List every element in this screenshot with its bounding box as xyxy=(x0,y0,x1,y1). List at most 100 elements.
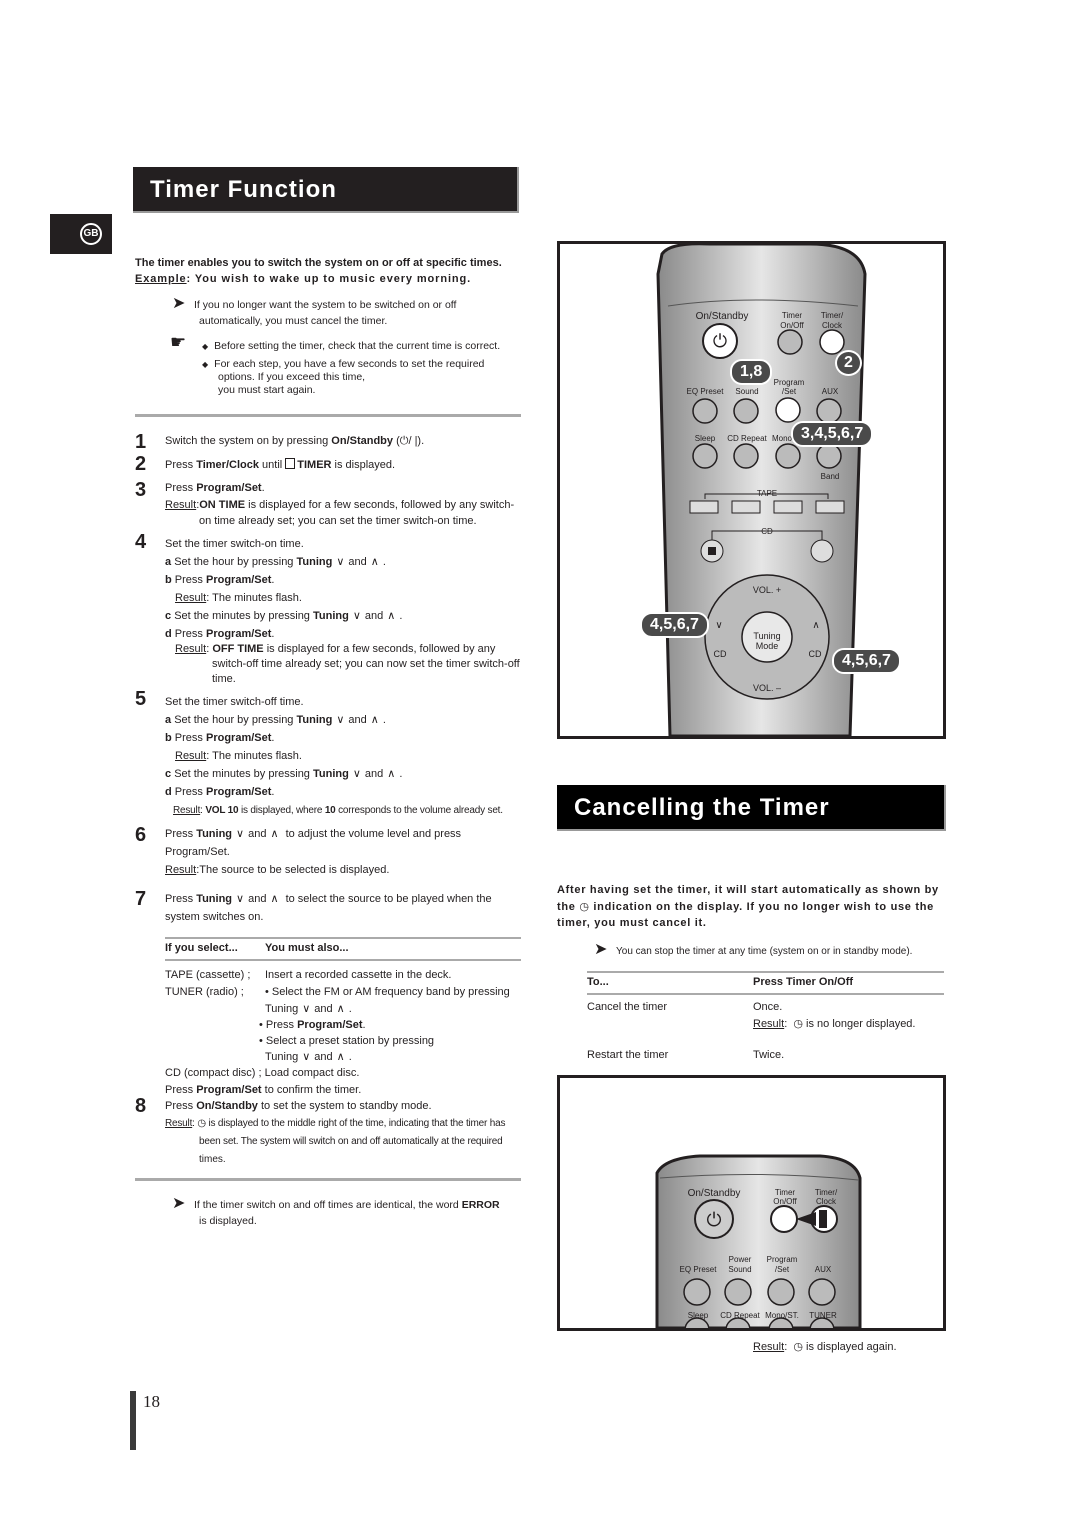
step-8-text: Press On/Standby to set the system to st… xyxy=(165,1100,432,1112)
tip-text: Before setting the timer, check that the… xyxy=(214,340,501,352)
svg-text:On/Off: On/Off xyxy=(780,321,804,330)
table-row: TUNER (radio) ; • Select the FM or AM fr… xyxy=(165,983,521,1000)
press-cell: Once. xyxy=(753,1001,783,1013)
example-label: Example xyxy=(135,273,187,285)
svg-text:∨: ∨ xyxy=(715,620,722,631)
tip-text: For each step, you have a few seconds to… xyxy=(214,358,485,370)
step-number: 7 xyxy=(135,888,147,910)
step-5c: c Set the minutes by pressing Tuning ∨ and… xyxy=(165,765,402,783)
action-cell: • Select the FM or AM frequency band by … xyxy=(265,986,510,998)
svg-text:Sound: Sound xyxy=(735,387,758,396)
section-title-timer-function: Timer Function xyxy=(133,167,519,213)
chevron-up-icon: ∧ xyxy=(270,828,279,840)
chevron-up-icon: ∧ xyxy=(370,556,379,568)
svg-text:TUNER: TUNER xyxy=(809,1311,837,1320)
clock-icon: ◷ xyxy=(197,1118,206,1129)
chevron-down-icon: ∨ xyxy=(352,768,361,780)
table-header: If you select... You must also... xyxy=(165,939,521,959)
language-badge: GB xyxy=(50,214,112,254)
svg-text:Program: Program xyxy=(767,1255,798,1264)
remote-illustration-1: ⏻ Tuning Mode VOL. + VOL. – ∨ ∧ CD CD On… xyxy=(557,241,946,739)
chevron-up-icon: ∧ xyxy=(387,768,396,780)
tips: ☛ ◆ Before setting the timer, check that … xyxy=(170,333,530,397)
chevron-up-icon: ∧ xyxy=(387,610,396,622)
step-6-text: Press Tuning ∨ and ∧ to adjust the volume l… xyxy=(165,825,461,843)
svg-text:Band: Band xyxy=(821,472,840,481)
step-number: 8 xyxy=(135,1095,147,1117)
arrow-note-icon: ➤ xyxy=(172,1195,186,1212)
note-error: ➤ If the timer switch on and off times ar… xyxy=(172,1195,500,1228)
remote-control-graphic: ⏻ On/Standby Timer On/Off Timer/ Clock E… xyxy=(655,1154,862,1328)
bullet-icon: ◆ xyxy=(202,342,209,351)
svg-text:Sleep: Sleep xyxy=(688,1311,709,1320)
svg-text:Sleep: Sleep xyxy=(695,434,716,443)
intro-line: the ◷ indication on the display. If you … xyxy=(557,900,934,913)
header-cell: Press Timer On/Off xyxy=(753,976,854,988)
svg-text:VOL. –: VOL. – xyxy=(753,683,781,693)
final-result: Result: ◷ is displayed again. xyxy=(753,1341,897,1353)
svg-text:Clock: Clock xyxy=(822,321,843,330)
divider xyxy=(135,1178,521,1181)
tuner-tuning-line: Tuning ∨ and ∧. xyxy=(165,1000,521,1016)
chevron-down-icon: ∨ xyxy=(336,556,345,568)
step-number: 4 xyxy=(135,531,147,553)
timer-display-icon xyxy=(285,458,296,469)
cancel-table: To... Press Timer On/Off Cancel the time… xyxy=(587,971,944,1063)
step-3-result-cont: on time already set; you can set the tim… xyxy=(199,515,477,527)
tuner-tuning-line: Tuning ∨ and ∧. xyxy=(165,1048,521,1064)
tuner-select-line: • Select a preset station by pressing xyxy=(259,1035,435,1047)
svg-text:AUX: AUX xyxy=(822,387,839,396)
table-row: TAPE (cassette) ; Insert a recorded cass… xyxy=(165,966,521,983)
step-5d: d Press Program/Set. xyxy=(165,786,275,798)
step-5b-result: Result: The minutes flash. xyxy=(175,750,302,762)
svg-text:⏻: ⏻ xyxy=(706,1210,721,1231)
header-cell: You must also... xyxy=(265,942,349,954)
svg-text:On/Off: On/Off xyxy=(773,1197,797,1206)
step-number: 5 xyxy=(135,688,147,710)
step-number: 3 xyxy=(135,479,147,501)
step-7-text: Press Tuning ∨ and ∧ to select the source t… xyxy=(165,890,492,908)
svg-text:TAPE: TAPE xyxy=(757,489,777,498)
svg-text:Power: Power xyxy=(729,1255,752,1264)
language-badge-label: GB xyxy=(80,223,102,245)
step-4a: a Set the hour by pressing Tuning ∨ and ∧. xyxy=(165,553,386,571)
svg-text:∧: ∧ xyxy=(812,620,819,631)
step-number: 2 xyxy=(135,453,147,475)
svg-text:On/Standby: On/Standby xyxy=(688,1188,741,1199)
intro-line: After having set the timer, it will star… xyxy=(557,884,939,896)
header-cell: To... xyxy=(587,976,609,988)
table-row: Restart the timer Twice. xyxy=(587,1046,944,1063)
callout-step-1-8: 1,8 xyxy=(730,359,773,385)
source-table: If you select... You must also... TAPE (… xyxy=(165,937,521,1098)
svg-text:VOL. +: VOL. + xyxy=(753,585,781,595)
svg-text:Mode: Mode xyxy=(756,641,779,651)
step-5-text: Set the timer switch-off time. xyxy=(165,696,304,708)
clock-icon: ◷ xyxy=(579,900,590,913)
note-stop-timer: ➤ You can stop the timer at any time (sys… xyxy=(594,941,913,958)
divider xyxy=(135,414,521,417)
svg-text:CD: CD xyxy=(714,649,727,659)
tip-text: options. If you exceed this time, xyxy=(218,371,366,383)
svg-text:Timer/: Timer/ xyxy=(821,311,844,320)
step-4d-result-cont: time. xyxy=(212,673,236,685)
chevron-down-icon: ∨ xyxy=(236,828,245,840)
svg-text:EQ Preset: EQ Preset xyxy=(687,387,725,396)
svg-text:Timer: Timer xyxy=(775,1188,795,1197)
step-4b-result: Result: The minutes flash. xyxy=(175,592,302,604)
svg-text:/Set: /Set xyxy=(775,1265,790,1274)
svg-text:Timer: Timer xyxy=(782,311,802,320)
svg-text:Timer/: Timer/ xyxy=(815,1188,838,1197)
callout-step-4-7-up: 4,5,6,7 xyxy=(832,648,901,674)
chevron-up-icon: ∧ xyxy=(270,893,279,905)
svg-text:Mono: Mono xyxy=(772,434,793,443)
clock-icon: ◷ xyxy=(793,1018,803,1030)
table-rule xyxy=(165,959,521,961)
step-7-text-cont: system switches on. xyxy=(165,911,264,923)
clock-icon: ◷ xyxy=(793,1341,803,1353)
note-cancel: ➤ If you no longer want the system to be … xyxy=(172,296,512,329)
svg-text:On/Standby: On/Standby xyxy=(696,311,749,322)
step-number: 6 xyxy=(135,824,147,846)
svg-text:⏻: ⏻ xyxy=(713,331,727,351)
step-4c: c Set the minutes by pressing Tuning ∨ and… xyxy=(165,607,402,625)
svg-text:Sound: Sound xyxy=(728,1265,751,1274)
